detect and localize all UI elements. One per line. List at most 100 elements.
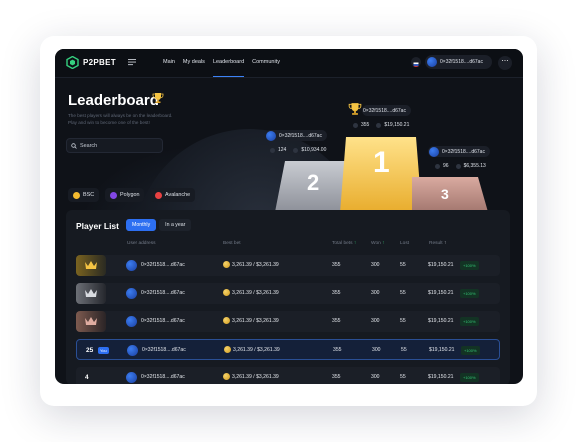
- nav-item-community[interactable]: Community: [252, 49, 280, 77]
- podium-rank-first: 1: [373, 146, 390, 179]
- rank-number: 25: [86, 347, 94, 354]
- gold-medal-icon: [85, 261, 97, 269]
- user-avatar: [127, 345, 138, 356]
- result-amount: $19,150.21: [428, 374, 454, 380]
- second-place-address-chip[interactable]: 0×32f1518....d67ac: [265, 130, 327, 141]
- result-change-badge: +100%: [461, 346, 480, 355]
- wallet-button[interactable]: 0×32f1518....d67ac: [425, 55, 492, 69]
- logo-icon: [66, 56, 79, 69]
- result-amount: $19,150.21: [428, 290, 454, 296]
- best-bet-value: 3,261.39 / $3,261.39: [232, 262, 279, 268]
- chain-label: Polygon: [120, 192, 140, 198]
- result-change-badge: +100%: [460, 289, 479, 298]
- table-row[interactable]: 4 0×32f1518....d67ac 3,261.39 / $3,261.3…: [76, 367, 500, 384]
- money-icon: [376, 122, 382, 128]
- chain-filter-bsc[interactable]: BSC: [68, 188, 100, 202]
- best-bet: 3,261.39 / $3,261.39: [223, 283, 279, 304]
- table-row[interactable]: 0×32f1518....d67ac 3,261.39 / $3,261.39 …: [76, 311, 500, 332]
- best-bet: 3,261.39 / $3,261.39: [223, 311, 279, 332]
- third-place-count: 96: [443, 163, 449, 169]
- chain-label: Avalanche: [165, 192, 191, 198]
- podium-rank-third: 3: [441, 186, 449, 202]
- total-bets: 355: [332, 290, 341, 296]
- period-toggle: Monthly In a year: [126, 219, 192, 231]
- second-place-count: 124: [278, 147, 287, 153]
- nav-item-my-deals[interactable]: My deals: [183, 49, 205, 77]
- gold-medal-badge: [76, 255, 106, 276]
- silver-medal-icon: [85, 289, 97, 297]
- bronze-medal-icon: [85, 317, 97, 325]
- third-place-address-chip[interactable]: 0×32f1518....d67ac: [428, 146, 490, 157]
- column-header-label: Won: [371, 241, 381, 246]
- hamburger-menu-icon[interactable]: [128, 58, 136, 66]
- first-place-address-chip[interactable]: 0×32f1518....d67ac: [362, 105, 411, 116]
- page-title: Leaderboard: [68, 92, 159, 109]
- result-change-badge: +100%: [460, 317, 479, 326]
- user-avatar: [126, 316, 137, 327]
- table-row[interactable]: 0×32f1518....d67ac 3,261.39 / $3,261.39 …: [76, 283, 500, 304]
- search-input[interactable]: Search: [66, 138, 163, 153]
- total-bets: 355: [332, 374, 341, 380]
- result-amount: $19,150.21: [429, 347, 455, 353]
- third-place-address: 0×32f1518....d67ac: [442, 148, 485, 155]
- language-flag-icon[interactable]: [411, 57, 421, 67]
- user-avatar: [126, 372, 137, 383]
- user-address: 0×32f1518....d67ac: [141, 262, 185, 268]
- total-bets: 355: [332, 318, 341, 324]
- nav-item-leaderboard[interactable]: Leaderboard: [212, 49, 245, 77]
- more-options-icon[interactable]: ⋯: [498, 56, 512, 70]
- best-bet: 3,261.39 / $3,261.39: [223, 255, 279, 276]
- user-address: 0×32f1518....d67ac: [141, 290, 185, 296]
- chain-label: BSC: [83, 192, 95, 198]
- table-row[interactable]: 0×32f1518....d67ac 3,261.39 / $3,261.39 …: [76, 255, 500, 276]
- table-row-current-user[interactable]: 25 You 0×32f1518....d67ac 3,261.39 / $3,…: [76, 339, 500, 360]
- nav-item-main[interactable]: Main: [163, 49, 175, 77]
- column-header-total-bets[interactable]: Total bets ↑: [332, 241, 356, 246]
- column-header-label: Total bets: [332, 241, 353, 246]
- sort-arrow-icon: ↑: [443, 241, 447, 246]
- wallet-address: 0×32f1518....d67ac: [440, 59, 483, 65]
- best-bet: 3,261.39 / $3,261.39: [224, 340, 280, 361]
- silver-medal-badge: [76, 283, 106, 304]
- money-icon: [293, 147, 299, 153]
- user-address: 0×32f1518....d67ac: [141, 374, 185, 380]
- best-bet-value: 3,261.39 / $3,261.39: [232, 374, 279, 380]
- wallet-avatar: [427, 57, 437, 67]
- best-bet-value: 3,261.39 / $3,261.39: [233, 347, 280, 353]
- avalanche-icon: [155, 191, 162, 199]
- brand-name: P2PBET: [83, 58, 116, 67]
- flag-icon: [413, 62, 419, 67]
- first-place-address: 0×32f1518....d67ac: [363, 107, 406, 114]
- best-bet-value: 3,261.39 / $3,261.39: [232, 318, 279, 324]
- chain-filter-polygon[interactable]: Polygon: [105, 188, 145, 202]
- search-placeholder: Search: [80, 142, 98, 149]
- sort-arrow-icon: ↑: [353, 241, 357, 246]
- money-icon: [455, 163, 461, 169]
- coin-icon: [223, 373, 230, 381]
- coin-icon: [224, 346, 231, 354]
- tab-monthly[interactable]: Monthly: [126, 219, 157, 231]
- column-header-result[interactable]: Result ↑: [429, 241, 446, 246]
- logo[interactable]: P2PBET: [66, 56, 116, 69]
- user-address: 0×32f1518....d67ac: [142, 347, 186, 353]
- column-header-label: Result: [429, 241, 443, 246]
- you-badge: You: [98, 347, 109, 354]
- lost-count: 55: [401, 347, 407, 353]
- column-header-lost: Lost: [400, 241, 410, 246]
- first-place-count: 355: [361, 122, 370, 128]
- polygon-icon: [110, 191, 117, 199]
- page-subtitle: The best players will always be on the l…: [68, 113, 173, 125]
- coin-icon: [223, 317, 230, 325]
- lost-count: 55: [400, 374, 406, 380]
- app-window: P2PBET Main My deals Leaderboard Communi…: [55, 49, 523, 384]
- lost-count: 55: [400, 318, 406, 324]
- total-bets: 355: [333, 347, 342, 353]
- bets-icon: [270, 147, 275, 153]
- second-place-avatar: [266, 130, 276, 141]
- best-bet-value: 3,261.39 / $3,261.39: [232, 290, 279, 296]
- column-header-won[interactable]: Won ↑: [371, 241, 385, 246]
- lost-count: 55: [400, 262, 406, 268]
- chain-filter-avalanche[interactable]: Avalanche: [150, 188, 196, 202]
- sort-arrow-icon: ↑: [382, 241, 385, 246]
- tab-in-a-year[interactable]: In a year: [159, 219, 192, 231]
